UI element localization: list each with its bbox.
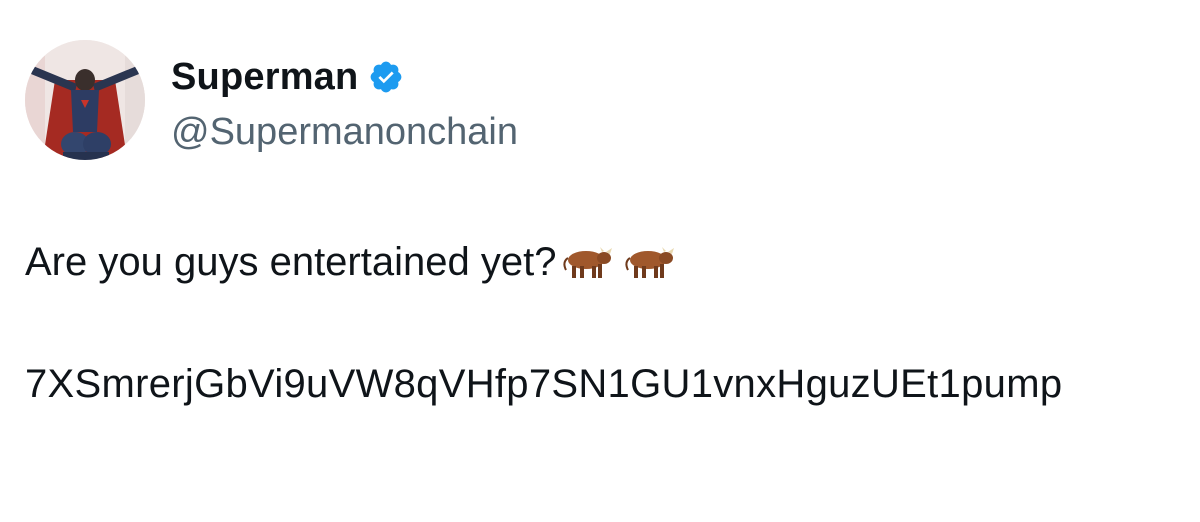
display-name-row: Superman (171, 49, 518, 105)
tweet-card: Superman @Supermanonchain Are you guys e… (0, 0, 1200, 522)
author-names: Superman @Supermanonchain (171, 40, 518, 160)
emoji-group (560, 242, 684, 282)
contract-address[interactable]: 7XSmrerjGbVi9uVW8qVHfp7SN1GU1vnxHguzUEt1… (25, 352, 1185, 416)
avatar[interactable] (25, 40, 145, 160)
superman-avatar-image (25, 40, 145, 160)
display-name[interactable]: Superman (171, 58, 358, 96)
tweet-header: Superman @Supermanonchain (25, 40, 518, 160)
tweet-text-line: Are you guys entertained yet? (25, 232, 1185, 292)
author-handle[interactable]: @Supermanonchain (171, 113, 518, 151)
ox-emoji-icon (563, 247, 613, 278)
ox-emoji-icon (625, 247, 675, 278)
tweet-body: Are you guys entertained yet? 7XSmrerjGb… (25, 232, 1185, 416)
tweet-text: Are you guys entertained yet? (25, 240, 557, 284)
verified-badge-icon (368, 59, 404, 95)
